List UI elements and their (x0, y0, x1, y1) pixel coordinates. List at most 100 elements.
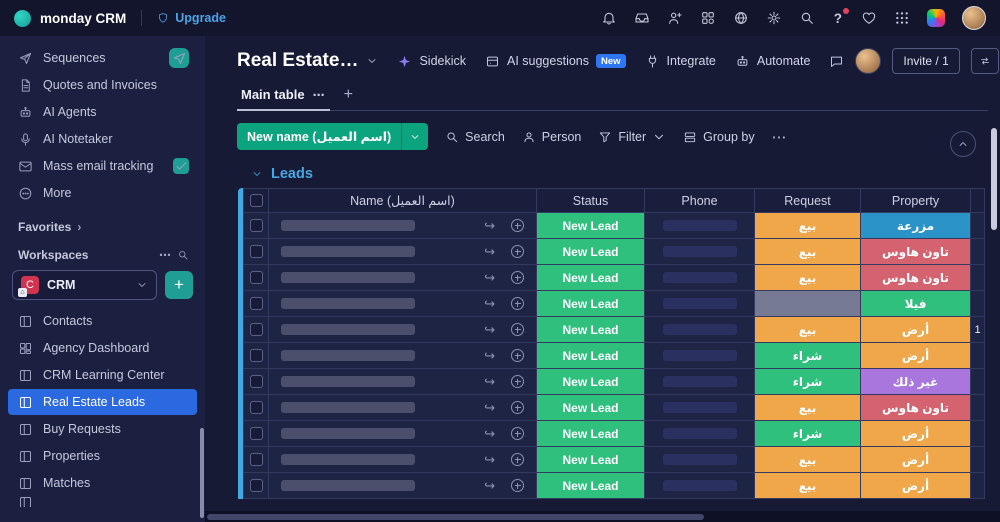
open-item-icon[interactable]: ↪ (484, 401, 495, 414)
phone-cell[interactable] (645, 473, 755, 499)
member-avatar[interactable] (855, 48, 882, 74)
row-checkbox[interactable] (249, 375, 263, 388)
user-avatar[interactable] (962, 6, 986, 30)
property-cell[interactable]: أرض (861, 317, 970, 342)
sidebar-item-ai-agents[interactable]: AI Agents (8, 99, 197, 125)
group-header[interactable]: Leads (251, 166, 1000, 182)
add-update-icon[interactable] (511, 219, 524, 232)
ai-suggestions-button[interactable]: AI suggestions New (485, 54, 626, 69)
row-checkbox[interactable] (249, 349, 263, 362)
column-header-property[interactable]: Property (861, 188, 971, 213)
add-view-button[interactable]: + (336, 86, 361, 110)
horizontal-scrollbar-track[interactable] (205, 511, 1000, 522)
apps-marketplace-icon[interactable] (700, 10, 716, 26)
tab-more-icon[interactable]: ⋯ (313, 88, 326, 102)
phone-cell[interactable] (645, 317, 755, 343)
phone-cell[interactable] (645, 421, 755, 447)
status-cell[interactable]: New Lead (537, 343, 644, 368)
phone-cell[interactable] (645, 239, 755, 265)
name-cell[interactable]: ↪ (269, 317, 537, 343)
open-item-icon[interactable]: ↪ (484, 323, 495, 336)
status-cell[interactable]: New Lead (537, 317, 644, 342)
property-cell[interactable]: تاون هاوس (861, 395, 970, 420)
sidebar-item-agency-dashboard[interactable]: Agency Dashboard (8, 335, 197, 361)
column-header-phone[interactable]: Phone (645, 188, 755, 213)
property-cell[interactable]: تاون هاوس (861, 239, 970, 264)
sidebar-item-quotes-invoices[interactable]: Quotes and Invoices (8, 72, 197, 98)
notifications-bell-icon[interactable] (601, 10, 617, 26)
open-item-icon[interactable]: ↪ (484, 219, 495, 232)
sidebar-item-matches[interactable]: Matches (8, 470, 197, 496)
open-item-icon[interactable]: ↪ (484, 427, 495, 440)
sidebar-item-ai-notetaker[interactable]: AI Notetaker (8, 126, 197, 152)
request-cell[interactable]: شراء (755, 343, 860, 368)
row-checkbox[interactable] (249, 427, 263, 440)
request-cell[interactable]: شراء (755, 369, 860, 394)
name-cell[interactable]: ↪ (269, 265, 537, 291)
open-item-icon[interactable]: ↪ (484, 375, 495, 388)
status-cell[interactable]: New Lead (537, 239, 644, 264)
request-cell[interactable]: بيع (755, 447, 860, 472)
property-cell[interactable]: مزرعة (861, 213, 970, 238)
row-checkbox[interactable] (249, 245, 263, 258)
phone-cell[interactable] (645, 291, 755, 317)
status-cell[interactable]: New Lead (537, 421, 644, 446)
automate-button[interactable]: Automate (735, 54, 810, 69)
invite-button[interactable]: Invite / 1 (892, 48, 960, 74)
row-checkbox[interactable] (249, 219, 263, 232)
row-checkbox[interactable] (249, 323, 263, 336)
request-cell[interactable] (755, 291, 860, 316)
status-cell[interactable]: New Lead (537, 473, 644, 498)
sidebar-item-mass-email[interactable]: Mass email tracking (8, 153, 197, 179)
sidebar-item-real-estate-leads[interactable]: Real Estate Leads (8, 389, 197, 415)
name-cell[interactable]: ↪ (269, 213, 537, 239)
sidebar-item-buy-requests[interactable]: Buy Requests (8, 416, 197, 442)
person-filter-button[interactable]: Person (522, 130, 581, 144)
sequences-badge-icon[interactable] (169, 48, 189, 68)
add-update-icon[interactable] (511, 271, 524, 284)
row-checkbox[interactable] (249, 479, 263, 492)
vertical-scrollbar[interactable] (991, 128, 997, 230)
phone-cell[interactable] (645, 343, 755, 369)
add-update-icon[interactable] (511, 349, 524, 362)
request-cell[interactable]: بيع (755, 239, 860, 264)
request-cell[interactable]: بيع (755, 265, 860, 290)
inbox-icon[interactable] (634, 10, 650, 26)
status-cell[interactable]: New Lead (537, 395, 644, 420)
integrate-button[interactable]: Integrate (645, 54, 716, 69)
open-item-icon[interactable]: ↪ (484, 245, 495, 258)
add-update-icon[interactable] (511, 375, 524, 388)
collapse-header-button[interactable] (950, 131, 976, 157)
name-cell[interactable]: ↪ (269, 369, 537, 395)
sidebar-item-properties[interactable]: Properties (8, 443, 197, 469)
add-update-icon[interactable] (511, 479, 524, 492)
request-cell[interactable]: بيع (755, 317, 860, 342)
workspace-selector[interactable]: C ⌂ CRM (12, 270, 157, 300)
add-update-icon[interactable] (511, 453, 524, 466)
mass-email-badge-icon[interactable] (173, 158, 189, 174)
property-cell[interactable]: أرض (861, 447, 970, 472)
horizontal-scrollbar-thumb[interactable] (207, 513, 704, 520)
product-switcher-icon[interactable] (927, 9, 945, 27)
status-cell[interactable]: New Lead (537, 291, 644, 316)
phone-cell[interactable] (645, 265, 755, 291)
column-header-status[interactable]: Status (537, 188, 645, 213)
property-cell[interactable]: أرض (861, 473, 970, 498)
property-cell[interactable]: تاون هاوس (861, 265, 970, 290)
status-cell[interactable]: New Lead (537, 447, 644, 472)
row-checkbox[interactable] (249, 297, 263, 310)
sidebar-item-sequences[interactable]: Sequences (8, 45, 197, 71)
open-item-icon[interactable]: ↪ (484, 479, 495, 492)
sidebar-item-crm-learning-center[interactable]: CRM Learning Center (8, 362, 197, 388)
sidebar-item-clipped[interactable] (8, 497, 197, 507)
request-cell[interactable]: بيع (755, 395, 860, 420)
search-icon[interactable] (799, 10, 815, 26)
invite-members-icon[interactable] (667, 10, 683, 26)
open-item-icon[interactable]: ↪ (484, 349, 495, 362)
add-update-icon[interactable] (511, 323, 524, 336)
help-button[interactable]: ? (832, 7, 849, 26)
workspaces-more-icon[interactable]: ⋯ (159, 248, 171, 262)
status-cell[interactable]: New Lead (537, 369, 644, 394)
name-cell[interactable]: ↪ (269, 239, 537, 265)
settings-gear-icon[interactable] (766, 10, 782, 26)
